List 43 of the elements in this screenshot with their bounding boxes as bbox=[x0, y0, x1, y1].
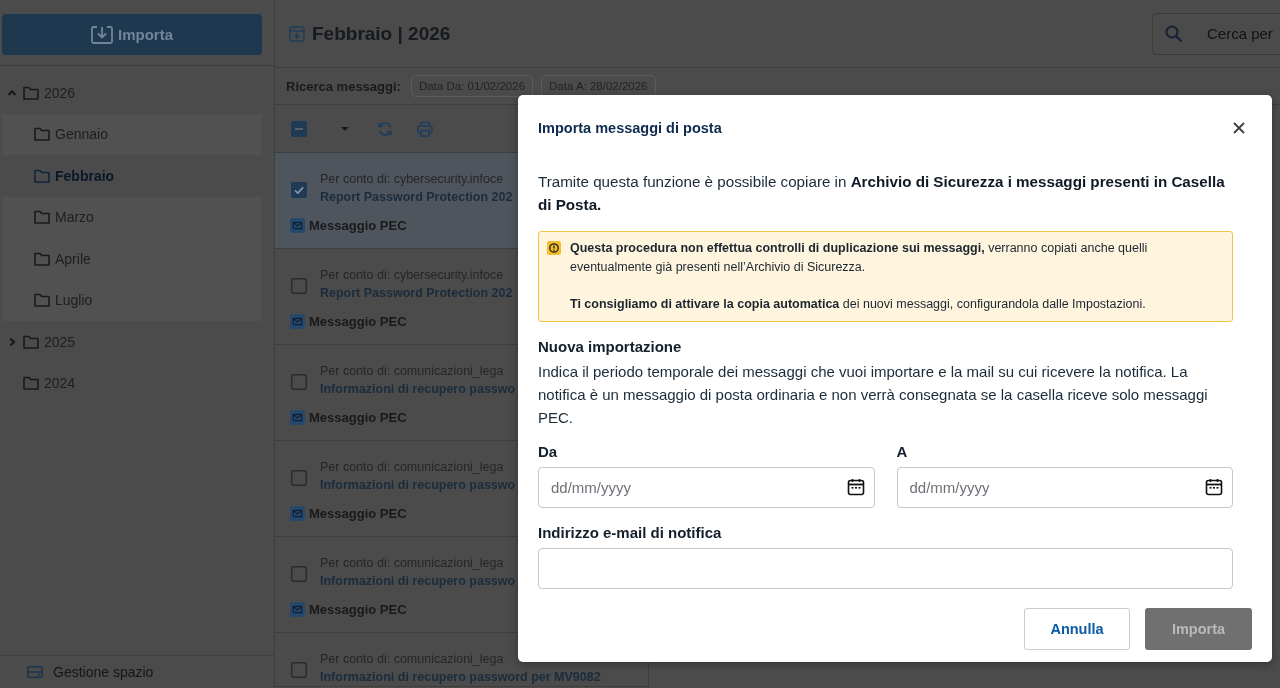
search-field[interactable]: Cerca per bbox=[1152, 12, 1280, 55]
checkbox[interactable] bbox=[291, 182, 307, 198]
folder-icon bbox=[34, 127, 50, 142]
cancel-button[interactable]: Annulla bbox=[1024, 608, 1130, 650]
folder-icon bbox=[34, 251, 50, 266]
envelope-icon bbox=[290, 217, 305, 233]
folder-icon bbox=[23, 334, 39, 349]
checkbox[interactable] bbox=[291, 470, 307, 486]
warning-icon bbox=[547, 241, 561, 255]
refresh-icon[interactable] bbox=[377, 120, 393, 137]
checkbox[interactable] bbox=[291, 662, 307, 678]
folder-icon bbox=[34, 293, 50, 308]
date-field[interactable]: dd/mm/yyyy bbox=[538, 467, 875, 508]
tree-item[interactable]: Febbraio bbox=[2, 155, 262, 197]
folder-icon bbox=[23, 85, 39, 100]
calendar-icon[interactable] bbox=[1205, 478, 1223, 496]
envelope-icon bbox=[290, 505, 305, 521]
folder-icon bbox=[34, 210, 50, 225]
field-label: Da bbox=[538, 442, 559, 462]
checkbox[interactable] bbox=[291, 278, 307, 294]
date-field[interactable]: dd/mm/yyyy bbox=[896, 467, 1233, 508]
checkbox[interactable] bbox=[291, 566, 307, 582]
email-field[interactable] bbox=[538, 548, 1233, 589]
download-box-icon bbox=[289, 25, 305, 42]
envelope-icon bbox=[290, 601, 305, 617]
hard-drive-icon bbox=[27, 666, 43, 678]
caret-down-icon[interactable] bbox=[341, 126, 349, 131]
envelope-icon bbox=[290, 409, 305, 425]
download-tray-icon bbox=[91, 24, 113, 45]
print-icon[interactable] bbox=[417, 120, 433, 137]
checkbox[interactable] bbox=[291, 120, 307, 137]
close-icon bbox=[1233, 122, 1245, 134]
message-type-label: Messaggio PEC bbox=[309, 217, 407, 233]
calendar-icon[interactable] bbox=[846, 478, 865, 496]
search-icon bbox=[1165, 24, 1183, 43]
field-label: A bbox=[896, 442, 909, 462]
envelope-icon bbox=[290, 313, 305, 329]
import-button[interactable]: Importa bbox=[2, 14, 262, 55]
checkbox[interactable] bbox=[291, 374, 307, 390]
folder-icon bbox=[23, 376, 39, 391]
chevron-up-icon[interactable] bbox=[6, 87, 18, 98]
dialog-title: Importa messaggi di posta bbox=[538, 120, 722, 136]
folder-icon bbox=[34, 168, 50, 183]
